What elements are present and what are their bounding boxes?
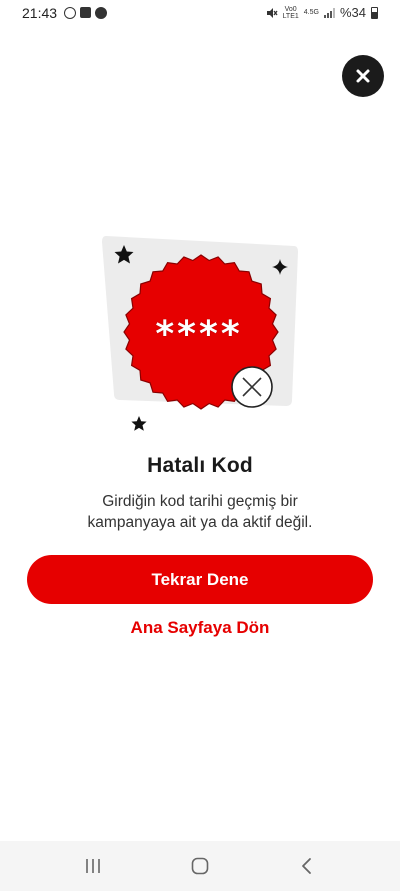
network-bottom: LTE1 <box>282 12 299 20</box>
retry-button[interactable]: Tekrar Dene <box>27 555 373 604</box>
signal-icon <box>323 7 335 18</box>
star-icon <box>131 416 147 431</box>
whatsapp-icon <box>64 6 77 19</box>
status-left: 21:43 <box>22 4 108 21</box>
close-button[interactable] <box>342 55 384 97</box>
back-icon <box>301 858 311 874</box>
nav-recents-button[interactable] <box>73 846 113 886</box>
network-labels: Vo0 LTE1 <box>283 6 299 20</box>
dialog-message: Girdiğin kod tarihi geçmiş bir kampanyay… <box>87 493 313 531</box>
nav-home-button[interactable] <box>180 846 220 886</box>
mute-icon <box>266 7 278 18</box>
recents-icon <box>86 859 101 873</box>
system-nav-bar <box>0 841 400 891</box>
code-mask-text: **** <box>155 314 243 355</box>
home-icon <box>191 857 209 875</box>
close-icon <box>356 69 370 83</box>
invalid-code-illustration: **** <box>98 232 304 437</box>
status-time: 21:43 <box>22 4 58 21</box>
battery-icon <box>371 6 378 19</box>
app-notification-icon <box>95 6 108 19</box>
network-top: Vo0 <box>284 5 297 13</box>
status-right: Vo0 LTE1 4.5G %34 <box>266 5 378 20</box>
network-type: 4.5G <box>303 9 319 16</box>
home-link-button[interactable]: Ana Sayfaya Dön <box>0 618 400 638</box>
box-icon <box>80 7 92 18</box>
status-bar: 21:43 Vo0 LTE1 4.5G %34 <box>0 0 400 25</box>
dialog-title: Hatalı Kod <box>147 454 253 477</box>
battery-percent: %34 <box>339 5 366 20</box>
nav-back-button[interactable] <box>287 846 327 886</box>
